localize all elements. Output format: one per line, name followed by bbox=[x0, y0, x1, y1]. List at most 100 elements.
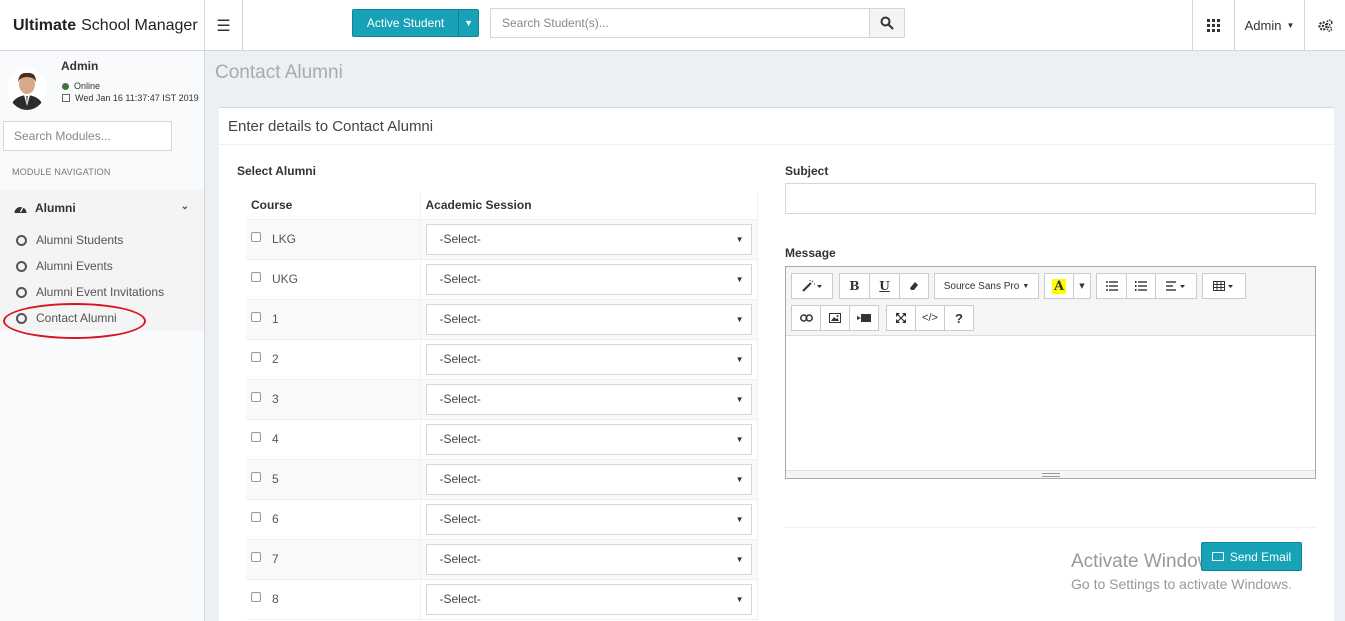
subject-input[interactable] bbox=[785, 183, 1316, 214]
text-color-dropdown[interactable]: ▼ bbox=[1073, 273, 1091, 299]
style-button[interactable] bbox=[791, 273, 833, 299]
select-value: -Select- bbox=[439, 472, 481, 486]
editor-resize-handle[interactable] bbox=[786, 470, 1315, 478]
course-checkbox[interactable] bbox=[251, 472, 261, 482]
course-label: 2 bbox=[272, 352, 279, 366]
ordered-list-button[interactable] bbox=[1126, 273, 1156, 299]
search-icon bbox=[880, 16, 894, 30]
caret-down-icon: ▼ bbox=[735, 354, 744, 364]
unordered-list-button[interactable] bbox=[1096, 273, 1127, 299]
underline-icon: U bbox=[879, 279, 890, 293]
insert-video-button[interactable] bbox=[849, 305, 879, 331]
table-row: 7 -Select- ▼ bbox=[246, 539, 758, 580]
caret-down-icon[interactable]: ▼ bbox=[458, 10, 478, 36]
clear-format-button[interactable] bbox=[899, 273, 929, 299]
caret-down-icon: ▼ bbox=[735, 594, 744, 604]
sidebar-item-alumni-events[interactable]: Alumni Events bbox=[16, 257, 113, 275]
admin-menu[interactable]: Admin ▼ bbox=[1234, 0, 1304, 51]
paragraph-align-dropdown[interactable] bbox=[1155, 273, 1197, 299]
circle-icon bbox=[16, 286, 27, 298]
calendar-icon bbox=[62, 94, 70, 102]
font-color-icon: A bbox=[1051, 278, 1067, 294]
admin-menu-label: Admin bbox=[1244, 18, 1282, 33]
menu-toggle-button[interactable]: ☰ bbox=[205, 0, 243, 51]
sidebar-item-alumni-students[interactable]: Alumni Students bbox=[16, 231, 123, 249]
send-email-button[interactable]: Send Email bbox=[1201, 542, 1302, 571]
bold-button[interactable]: B bbox=[839, 273, 870, 299]
table-dropdown[interactable] bbox=[1202, 273, 1246, 299]
question-icon: ? bbox=[955, 310, 963, 326]
circle-icon bbox=[16, 234, 27, 246]
academic-session-select[interactable]: -Select- ▼ bbox=[425, 343, 752, 375]
underline-button[interactable]: U bbox=[869, 273, 900, 299]
course-checkbox[interactable] bbox=[251, 312, 261, 322]
course-cell: 3 bbox=[246, 379, 421, 420]
course-checkbox[interactable] bbox=[251, 432, 261, 442]
session-cell: -Select- ▼ bbox=[420, 539, 758, 580]
course-checkbox[interactable] bbox=[251, 392, 261, 402]
image-icon bbox=[829, 313, 841, 323]
course-checkbox[interactable] bbox=[251, 272, 261, 282]
academic-session-select[interactable]: -Select- ▼ bbox=[425, 543, 752, 575]
course-cell: 6 bbox=[246, 499, 421, 540]
code-view-button[interactable]: </> bbox=[915, 305, 945, 331]
module-search-input[interactable] bbox=[3, 121, 172, 151]
academic-session-select[interactable]: -Select- ▼ bbox=[425, 503, 752, 535]
select-alumni-label: Select Alumni bbox=[237, 164, 316, 178]
student-search-input[interactable] bbox=[490, 8, 870, 38]
search-button[interactable] bbox=[869, 8, 905, 38]
course-label: 3 bbox=[272, 392, 279, 406]
academic-session-select[interactable]: -Select- ▼ bbox=[425, 583, 752, 615]
apps-grid-button[interactable] bbox=[1192, 0, 1234, 51]
active-student-label: Active Student bbox=[366, 16, 445, 30]
top-navbar: Ultimate School Manager ☰ Active Student… bbox=[0, 0, 1345, 51]
windows-watermark-subtitle: Go to Settings to activate Windows. bbox=[1071, 576, 1292, 592]
table-row: LKG -Select- ▼ bbox=[246, 219, 758, 260]
user-datetime-text: Wed Jan 16 11:37:47 IST 2019 bbox=[75, 93, 199, 103]
course-checkbox[interactable] bbox=[251, 232, 261, 242]
list-ol-icon bbox=[1135, 281, 1147, 291]
academic-session-select[interactable]: -Select- ▼ bbox=[425, 263, 752, 295]
link-icon bbox=[799, 314, 813, 322]
academic-session-select[interactable]: -Select- ▼ bbox=[425, 463, 752, 495]
academic-session-select[interactable]: -Select- ▼ bbox=[425, 423, 752, 455]
fullscreen-button[interactable] bbox=[886, 305, 916, 331]
list-ul-icon bbox=[1105, 281, 1118, 291]
help-button[interactable]: ? bbox=[944, 305, 974, 331]
text-color-button[interactable]: A bbox=[1044, 273, 1074, 299]
select-value: -Select- bbox=[439, 512, 481, 526]
course-checkbox[interactable] bbox=[251, 512, 261, 522]
course-checkbox[interactable] bbox=[251, 552, 261, 562]
gears-icon bbox=[1317, 19, 1333, 32]
insert-link-button[interactable] bbox=[791, 305, 821, 331]
insert-image-button[interactable] bbox=[820, 305, 850, 331]
caret-down-icon: ▼ bbox=[1022, 282, 1030, 290]
chevron-down-icon: ⌄ bbox=[180, 201, 189, 212]
brand-bold: Ultimate bbox=[13, 16, 77, 34]
send-email-label: Send Email bbox=[1229, 549, 1292, 564]
academic-session-select[interactable]: -Select- ▼ bbox=[425, 303, 752, 335]
select-value: -Select- bbox=[439, 352, 481, 366]
app-logo[interactable]: Ultimate School Manager bbox=[0, 0, 205, 51]
caret-down-icon: ▼ bbox=[735, 434, 744, 444]
active-student-dropdown[interactable]: Active Student ▼ bbox=[352, 9, 479, 37]
course-label: 4 bbox=[272, 432, 279, 446]
sidebar-item-alumni-event-invitations[interactable]: Alumni Event Invitations bbox=[16, 283, 164, 301]
grip-icon bbox=[1041, 472, 1060, 477]
caret-down-icon: ▼ bbox=[1079, 282, 1085, 290]
course-label: 5 bbox=[272, 472, 279, 486]
course-checkbox[interactable] bbox=[251, 352, 261, 362]
hamburger-icon: ☰ bbox=[216, 17, 231, 35]
video-icon bbox=[857, 314, 871, 322]
message-body-input[interactable] bbox=[786, 336, 1315, 470]
sidebar-item-alumni[interactable]: Alumni ⌄ bbox=[0, 190, 204, 226]
font-family-dropdown[interactable]: Source Sans Pro ▼ bbox=[934, 273, 1039, 299]
academic-session-select[interactable]: -Select- ▼ bbox=[425, 223, 752, 255]
brand-rest: School Manager bbox=[81, 16, 198, 34]
academic-session-select[interactable]: -Select- ▼ bbox=[425, 383, 752, 415]
user-name: Admin bbox=[61, 59, 99, 73]
code-icon: </> bbox=[922, 312, 938, 324]
course-checkbox[interactable] bbox=[251, 592, 261, 602]
settings-button[interactable] bbox=[1304, 0, 1345, 51]
alumni-course-table: Course Academic Session LKG -Select- ▼ UKG -… bbox=[246, 192, 758, 620]
